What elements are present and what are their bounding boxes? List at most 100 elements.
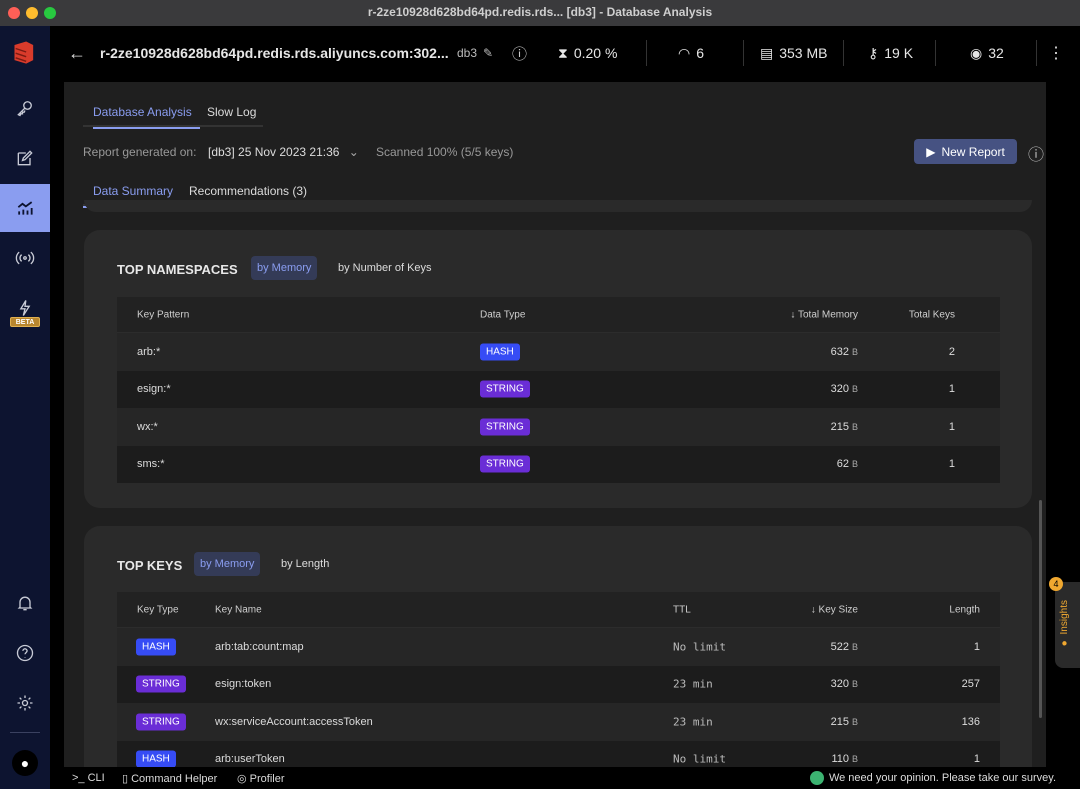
github-button[interactable]: ●: [0, 739, 50, 787]
edit-pencil-icon[interactable]: ✎: [483, 46, 493, 60]
key-type-badge: STRING: [136, 675, 186, 693]
triggers-icon: [19, 300, 31, 316]
column-data-type[interactable]: Data Type: [480, 309, 525, 320]
more-menu-icon[interactable]: ⋮: [1048, 26, 1064, 80]
new-report-label: New Report: [941, 144, 1005, 159]
ttl: 23 min: [673, 715, 713, 729]
clients-user-icon: ◉: [970, 44, 983, 61]
help-icon: [16, 644, 34, 662]
key-size: 320 B: [830, 678, 858, 691]
key-pattern: sms:*: [137, 458, 165, 471]
window-titlebar: r-2ze10928d628bd64pd.redis.rds... [db3] …: [0, 0, 1080, 26]
table-row[interactable]: sms:* STRING 62 B 1: [117, 445, 1000, 483]
key-name: arb:tab:count:map: [215, 640, 304, 653]
db-host-name: r-2ze10928d628bd64pd.redis.rds.aliyuncs.…: [100, 45, 449, 61]
ttl: No limit: [673, 640, 726, 654]
column-key-type[interactable]: Key Type: [137, 604, 179, 615]
table-row[interactable]: esign:* STRING 320 B 1: [117, 370, 1000, 408]
divider: [646, 40, 647, 66]
column-total-keys[interactable]: Total Keys: [909, 309, 955, 320]
column-ttl[interactable]: TTL: [673, 604, 691, 615]
settings-icon: [17, 695, 33, 711]
workbench-icon: [17, 150, 33, 166]
toggle-by-memory[interactable]: by Memory: [194, 552, 261, 576]
column-key-name[interactable]: Key Name: [215, 604, 262, 615]
total-memory: 320 B: [830, 383, 858, 396]
divider: [743, 40, 744, 66]
total-keys: 1: [948, 383, 955, 396]
scrollbar[interactable]: [1039, 500, 1042, 718]
data-type-badge: STRING: [480, 455, 530, 473]
sort-down-icon: ↓: [790, 309, 798, 320]
tab-database-analysis[interactable]: Database Analysis: [93, 105, 200, 129]
pubsub-icon: [15, 251, 35, 265]
key-pattern: esign:*: [137, 383, 171, 396]
notifications-button[interactable]: [0, 579, 50, 627]
top-namespaces-panel: TOP NAMESPACES by Memory by Number of Ke…: [84, 230, 1032, 508]
play-icon: ▶: [926, 144, 936, 159]
sidebar-item-pubsub[interactable]: [0, 234, 50, 282]
divider: [1036, 40, 1037, 66]
profiler-button[interactable]: ◎ Profiler: [237, 772, 285, 785]
survey-icon: [809, 771, 824, 785]
divider: [843, 40, 844, 66]
insights-tab[interactable]: 4 ● Insights: [1049, 577, 1080, 668]
namespaces-table: Key Pattern Data Type ↓ Total Memory Tot…: [117, 297, 1000, 483]
lightbulb-icon: ●: [1059, 634, 1070, 649]
document-icon: ▯: [122, 773, 132, 785]
sidebar-item-browser[interactable]: [0, 84, 50, 132]
key-type-badge: HASH: [136, 750, 176, 767]
back-arrow-icon[interactable]: ←: [68, 26, 86, 80]
cli-button[interactable]: >_ CLI: [72, 772, 105, 784]
redis-logo-icon[interactable]: [0, 28, 50, 76]
settings-button[interactable]: [0, 679, 50, 727]
key-pattern: wx:*: [137, 420, 158, 433]
command-helper-button[interactable]: ▯ Command Helper: [122, 772, 217, 785]
maximize-window-button[interactable]: [44, 7, 56, 19]
report-select[interactable]: [db3] 25 Nov 2023 21:36 ⌄: [208, 145, 359, 159]
toggle-by-length[interactable]: by Length: [275, 552, 335, 576]
table-row[interactable]: STRING esign:token 23 min 320 B 257: [117, 665, 1000, 703]
sidebar-divider: [10, 732, 40, 733]
data-type-badge: STRING: [480, 418, 530, 436]
table-row[interactable]: HASH arb:tab:count:map No limit 522 B 1: [117, 628, 1000, 666]
info-icon[interactable]: ⓘ: [1028, 141, 1044, 165]
table-row[interactable]: wx:* STRING 215 B 1: [117, 408, 1000, 446]
table-row[interactable]: STRING wx:serviceAccount:accessToken 23 …: [117, 703, 1000, 741]
profiler-icon: ◎: [237, 773, 250, 785]
divider: [935, 40, 936, 66]
close-window-button[interactable]: [8, 7, 20, 19]
toggle-by-memory[interactable]: by Memory: [251, 256, 318, 280]
report-selected-value: [db3] 25 Nov 2023 21:36: [208, 145, 340, 159]
insights-label: ● Insights: [1059, 600, 1070, 649]
toggle-by-number-of-keys[interactable]: by Number of Keys: [332, 256, 438, 280]
total-memory: 632 B: [830, 345, 858, 358]
key-name: arb:userToken: [215, 753, 285, 766]
table-row[interactable]: HASH arb:userToken No limit 110 B 1: [117, 740, 1000, 767]
analytics-icon: [17, 201, 33, 215]
new-report-button[interactable]: ▶ New Report: [914, 139, 1017, 164]
column-total-memory[interactable]: ↓ Total Memory: [790, 309, 858, 320]
tab-slow-log[interactable]: Slow Log: [207, 105, 256, 127]
memory-card-icon: ▤: [760, 44, 774, 61]
info-icon[interactable]: ⓘ: [512, 26, 527, 80]
sidebar-item-analysis[interactable]: [0, 184, 50, 232]
panel-title: TOP KEYS: [117, 558, 183, 573]
table-row[interactable]: arb:* HASH 632 B 2: [117, 333, 1000, 371]
insights-count-badge: 4: [1049, 577, 1063, 591]
minimize-window-button[interactable]: [26, 7, 38, 19]
length: 257: [961, 678, 980, 691]
data-type-badge: HASH: [480, 343, 520, 361]
column-key-size[interactable]: ↓ Key Size: [811, 604, 858, 615]
key-size: 522 B: [830, 640, 858, 653]
gauge-icon: ◠: [678, 44, 691, 61]
key-type-badge: STRING: [136, 713, 186, 731]
survey-link[interactable]: We need your opinion. Please take our su…: [809, 771, 1056, 785]
analysis-content: Database Analysis Slow Log Report genera…: [64, 82, 1046, 767]
length: 1: [973, 640, 980, 653]
column-length[interactable]: Length: [949, 604, 980, 615]
help-button[interactable]: [0, 629, 50, 677]
sidebar-item-workbench[interactable]: [0, 134, 50, 182]
column-key-pattern[interactable]: Key Pattern: [137, 309, 189, 320]
bottom-bar: >_ CLI ▯ Command Helper ◎ Profiler We ne…: [50, 767, 1080, 789]
